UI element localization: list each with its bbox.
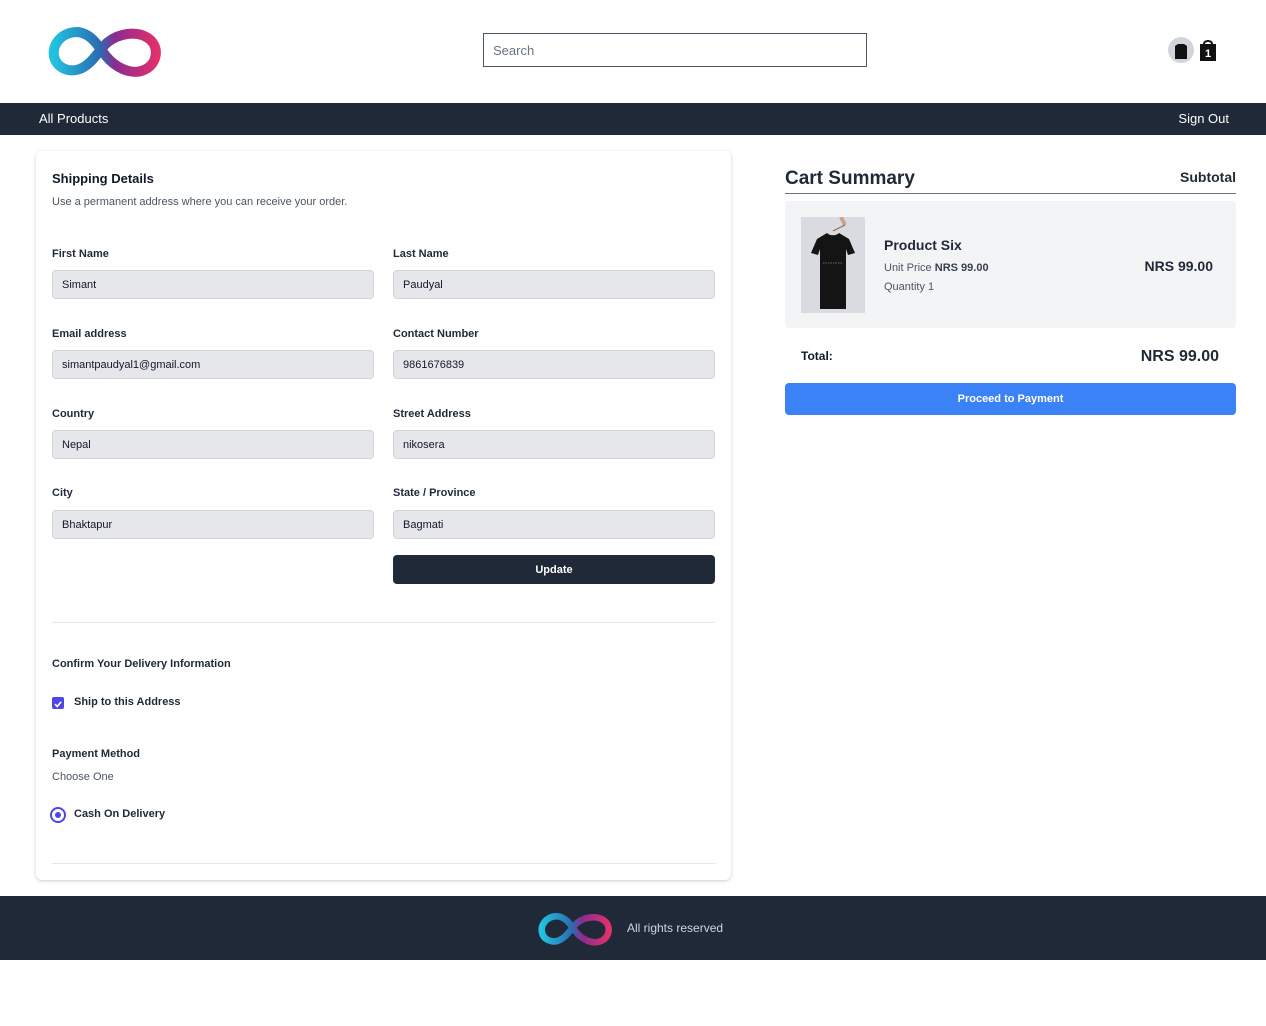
divider [52,863,715,864]
footer-logo [538,912,612,946]
brand-logo[interactable] [48,20,164,80]
total-label: Total: [801,349,833,363]
city-label: City [52,487,73,499]
shipping-card: Shipping Details Use a permanent address… [36,151,731,880]
product-image[interactable] [801,217,865,313]
unit-price: Unit Price NRS 99.00 [884,262,989,274]
last-name-label: Last Name [393,248,449,260]
state-label: State / Province [393,487,476,499]
payment-method-subtitle: Choose One [52,771,114,783]
cart-summary-title: Cart Summary [785,168,915,189]
header: 1 [0,0,1266,103]
shipping-title: Shipping Details [52,171,154,186]
first-name-label: First Name [52,248,109,260]
cart-item: Product Six Unit Price NRS 99.00 Quantit… [785,201,1236,328]
first-name-field[interactable] [52,270,374,299]
footer: All rights reserved [0,896,1266,960]
email-label: Email address [52,328,127,340]
update-button[interactable]: Update [393,555,715,584]
state-field[interactable] [393,510,715,539]
unit-price-label: Unit Price [884,262,932,274]
total-value: NRS 99.00 [1140,348,1219,365]
divider [52,622,715,623]
shopping-bag-icon[interactable]: 1 [1198,39,1218,61]
cash-on-delivery-radio[interactable] [50,807,66,823]
city-field[interactable] [52,510,374,539]
contact-label: Contact Number [393,328,479,340]
search-input[interactable] [483,33,867,67]
country-label: Country [52,408,95,420]
street-label: Street Address [393,408,471,420]
cart-count: 1 [1205,48,1211,60]
footer-copyright: All rights reserved [627,921,724,935]
proceed-to-payment-button[interactable]: Proceed to Payment [785,383,1236,415]
check-icon [54,701,62,708]
item-price: NRS 99.00 [1144,258,1213,274]
product-quantity: Quantity 1 [884,281,935,293]
unit-price-value: NRS 99.00 [934,262,989,274]
country-field[interactable] [52,430,374,459]
nav-bar: All Products Sign Out [0,103,1266,135]
confirm-delivery-title: Confirm Your Delivery Information [52,658,231,670]
ship-to-address-label[interactable]: Ship to this Address [74,696,181,708]
email-field[interactable] [52,350,374,379]
payment-method-title: Payment Method [52,748,141,760]
nav-sign-out[interactable]: Sign Out [1178,111,1229,126]
shipping-subtitle: Use a permanent address where you can re… [52,196,348,208]
nav-all-products[interactable]: All Products [39,111,108,126]
street-field[interactable] [393,430,715,459]
contact-field[interactable] [393,350,715,379]
subtotal-label: Subtotal [1180,169,1236,185]
last-name-field[interactable] [393,270,715,299]
ship-to-address-checkbox[interactable] [52,697,64,709]
avatar[interactable] [1168,37,1194,63]
cart-divider [785,193,1236,194]
cash-on-delivery-label[interactable]: Cash On Delivery [74,808,165,820]
product-name[interactable]: Product Six [884,237,962,253]
